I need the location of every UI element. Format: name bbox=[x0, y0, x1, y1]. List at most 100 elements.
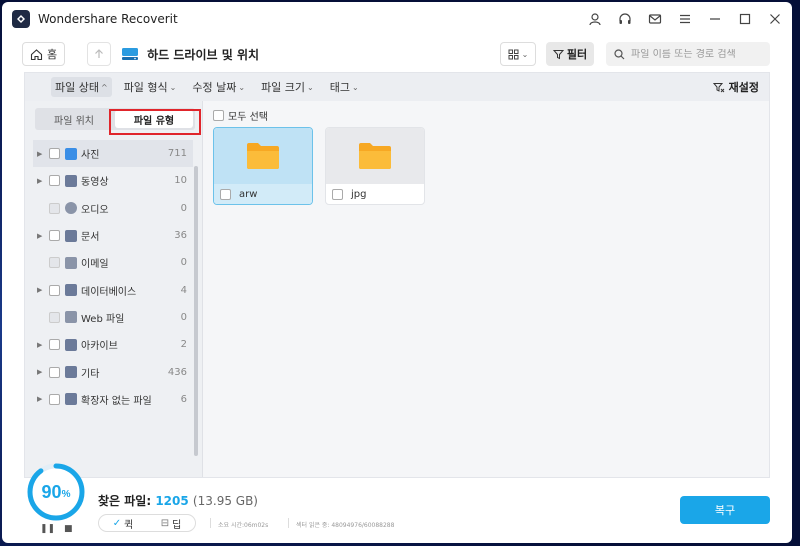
drive-small-icon: ⊟ bbox=[160, 517, 170, 529]
expand-arrow-icon[interactable]: ▶ bbox=[37, 177, 45, 185]
chevron-down-icon: ⌄ bbox=[352, 82, 359, 92]
location-title: 하드 드라이브 및 위치 bbox=[147, 47, 260, 62]
quick-scan[interactable]: ✓ 퀵 bbox=[99, 516, 147, 531]
file-grid: 모두 선택 arw jpg bbox=[203, 101, 769, 477]
tree-item-video[interactable]: ▶ 동영상 10 bbox=[33, 167, 193, 194]
checkbox[interactable] bbox=[49, 366, 60, 378]
search-box[interactable] bbox=[606, 42, 770, 66]
elapsed-time: 소요 시간:06m02s bbox=[218, 522, 269, 529]
tree-item-photo[interactable]: ▶ 사진 711 bbox=[33, 140, 193, 168]
filter-reset-icon bbox=[712, 82, 724, 92]
maximize-icon[interactable] bbox=[738, 12, 752, 26]
tree-item-database[interactable]: ▶ 데이터베이스 4 bbox=[33, 276, 193, 303]
file-type-tree: ▶ 사진 711 ▶ 동영상 10 오디오 0 ▶ 문서 36 이메일 0 ▶ … bbox=[33, 140, 193, 413]
check-icon: ✓ bbox=[112, 517, 122, 529]
filter-file-size[interactable]: 파일 크기 ⌄ bbox=[257, 77, 318, 97]
other-files-icon bbox=[65, 366, 77, 379]
app-title: Wondershare Recoverit bbox=[38, 12, 178, 26]
checkbox[interactable] bbox=[49, 393, 60, 405]
view-mode-button[interactable]: ⌄ bbox=[500, 42, 536, 66]
checkbox bbox=[49, 311, 60, 323]
folder-name: arw bbox=[239, 188, 258, 200]
expand-arrow-icon[interactable]: ▶ bbox=[37, 368, 45, 376]
stop-icon[interactable]: ■ bbox=[64, 524, 73, 534]
filter-file-status[interactable]: 파일 상태 ^ bbox=[51, 77, 112, 97]
recover-button[interactable]: 복구 bbox=[680, 496, 770, 524]
checkbox bbox=[49, 257, 60, 269]
close-icon[interactable] bbox=[768, 12, 782, 26]
title-bar: Wondershare Recoverit bbox=[2, 2, 792, 36]
expand-arrow-icon[interactable]: ▶ bbox=[37, 395, 45, 403]
chevron-down-icon: ⌄ bbox=[521, 49, 529, 59]
filter-bar: 파일 상태 ^ 파일 형식 ⌄ 수정 날짜 ⌄ 파일 크기 ⌄ 태그 ⌄ 재설정 bbox=[25, 73, 769, 101]
tree-item-no-extension[interactable]: ▶ 확장자 없는 파일 6 bbox=[33, 386, 193, 413]
minimize-icon[interactable] bbox=[708, 12, 722, 26]
user-icon[interactable] bbox=[588, 12, 602, 26]
unknown-file-icon bbox=[65, 393, 77, 406]
document-icon bbox=[65, 229, 77, 242]
checkbox[interactable] bbox=[49, 230, 60, 242]
checkbox[interactable] bbox=[49, 339, 60, 351]
tree-item-document[interactable]: ▶ 문서 36 bbox=[33, 222, 193, 249]
expand-arrow-icon[interactable]: ▶ bbox=[37, 150, 45, 158]
folder-checkbox[interactable] bbox=[332, 188, 343, 200]
search-input[interactable] bbox=[631, 48, 761, 60]
checkbox[interactable] bbox=[49, 148, 60, 160]
expand-arrow-icon[interactable]: ▶ bbox=[37, 286, 45, 294]
select-all-checkbox[interactable] bbox=[213, 110, 224, 121]
image-icon bbox=[65, 147, 77, 160]
folder-card[interactable]: arw bbox=[213, 127, 313, 205]
app-logo-icon bbox=[12, 10, 30, 28]
folder-icon bbox=[359, 143, 391, 169]
up-arrow-button[interactable] bbox=[87, 42, 112, 66]
expand-arrow-icon[interactable]: ▶ bbox=[37, 341, 45, 349]
sidebar-scrollbar[interactable] bbox=[194, 166, 198, 456]
found-files: 찾은 파일: 1205 (13.95 GB) bbox=[98, 494, 258, 508]
select-all[interactable]: 모두 선택 bbox=[213, 108, 268, 123]
filter-icon bbox=[552, 49, 564, 59]
mail-icon[interactable] bbox=[648, 12, 662, 26]
tree-item-audio: 오디오 0 bbox=[33, 195, 193, 222]
arrow-up-icon bbox=[95, 49, 104, 58]
home-button[interactable]: 홈 bbox=[22, 42, 66, 66]
filter-button[interactable]: 필터 bbox=[546, 42, 594, 66]
nav-bar: 홈 하드 드라이브 및 위치 ⌄ 필터 bbox=[2, 36, 792, 72]
headset-icon[interactable] bbox=[618, 12, 632, 26]
chevron-up-icon: ^ bbox=[100, 82, 108, 92]
content-panel: 파일 상태 ^ 파일 형식 ⌄ 수정 날짜 ⌄ 파일 크기 ⌄ 태그 ⌄ 재설정 파일 위… bbox=[24, 72, 770, 478]
chevron-down-icon: ⌄ bbox=[307, 82, 314, 92]
filter-file-format[interactable]: 파일 형식 ⌄ bbox=[120, 77, 181, 97]
deep-scan[interactable]: ⊟ 딥 bbox=[147, 516, 195, 531]
drive-icon bbox=[122, 48, 139, 60]
tree-item-other[interactable]: ▶ 기타 436 bbox=[33, 358, 193, 385]
grid-icon bbox=[508, 49, 519, 59]
filter-tag[interactable]: 태그 ⌄ bbox=[326, 77, 363, 97]
chevron-down-icon: ⌄ bbox=[238, 82, 246, 92]
sector-progress: 섹터 읽은 중: 48094976/60088288 bbox=[296, 522, 395, 529]
filter-modified-date[interactable]: 수정 날짜 ⌄ bbox=[188, 77, 249, 97]
menu-icon[interactable] bbox=[678, 12, 692, 26]
tree-item-archive[interactable]: ▶ 아카이브 2 bbox=[33, 331, 193, 358]
folder-checkbox[interactable] bbox=[220, 188, 231, 200]
app-window: Wondershare Recoverit 홈 하드 드라이브 및 위치 ⌄ 필 bbox=[2, 2, 792, 543]
scan-mode-toggle: ✓ 퀵 ⊟ 딥 bbox=[98, 514, 196, 532]
checkbox[interactable] bbox=[49, 284, 60, 296]
checkbox[interactable] bbox=[49, 175, 60, 187]
pause-icon[interactable]: ❚❚ bbox=[40, 524, 55, 534]
search-icon bbox=[614, 48, 625, 59]
tree-item-web-file: Web 파일 0 bbox=[33, 304, 193, 331]
home-icon bbox=[30, 48, 43, 60]
sidebar: 파일 위치 파일 유형 ▶ 사진 711 ▶ 동영상 10 오디오 0 ▶ 문서… bbox=[25, 101, 203, 477]
expand-arrow-icon[interactable]: ▶ bbox=[37, 232, 45, 240]
highlight-box bbox=[109, 109, 201, 135]
status-bar: 90% ❚❚ ■ 찾은 파일: 1205 (13.95 GB) ✓ 퀵 ⊟ 딥 소요… bbox=[2, 463, 792, 543]
reset-button[interactable]: 재설정 bbox=[712, 79, 759, 95]
home-label: 홈 bbox=[47, 48, 58, 61]
filter-label: 필터 bbox=[566, 48, 588, 61]
tab-file-location[interactable]: 파일 위치 bbox=[35, 108, 113, 130]
email-icon bbox=[65, 256, 77, 269]
folder-name: jpg bbox=[351, 188, 367, 200]
progress-percent: 90% bbox=[41, 481, 71, 502]
tree-item-email: 이메일 0 bbox=[33, 249, 193, 276]
folder-card[interactable]: jpg bbox=[325, 127, 425, 205]
